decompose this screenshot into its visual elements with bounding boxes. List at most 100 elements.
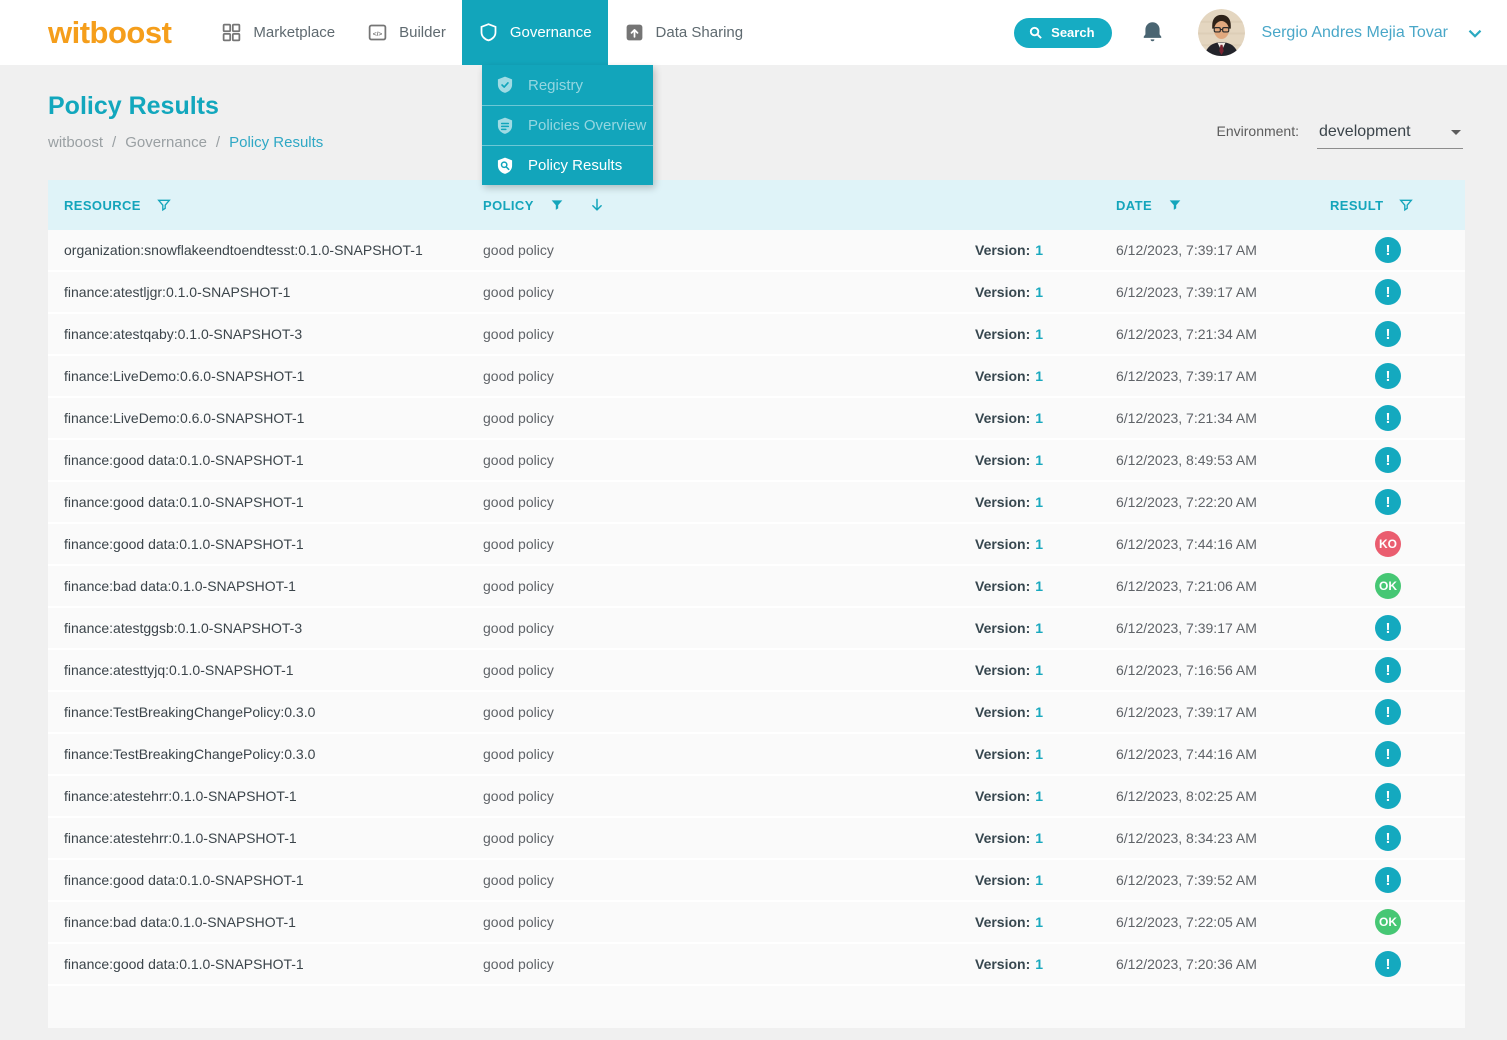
- table-row[interactable]: finance:LiveDemo:0.6.0-SNAPSHOT-1good po…: [48, 356, 1465, 398]
- shield-check-icon: [495, 75, 515, 95]
- result-badge[interactable]: !: [1375, 699, 1401, 725]
- table-row[interactable]: finance:atestqaby:0.1.0-SNAPSHOT-3good p…: [48, 314, 1465, 356]
- filter-icon[interactable]: [1167, 197, 1183, 213]
- result-badge[interactable]: !: [1375, 405, 1401, 431]
- result-cell: !: [1314, 741, 1465, 767]
- result-badge[interactable]: !: [1375, 951, 1401, 977]
- table-row[interactable]: finance:good data:0.1.0-SNAPSHOT-1good p…: [48, 944, 1465, 986]
- result-badge[interactable]: !: [1375, 363, 1401, 389]
- table-row[interactable]: finance:atestehrr:0.1.0-SNAPSHOT-1good p…: [48, 776, 1465, 818]
- search-button[interactable]: Search: [1014, 18, 1111, 48]
- column-header-result[interactable]: RESULT: [1314, 197, 1465, 213]
- date-cell: 6/12/2023, 7:44:16 AM: [1100, 536, 1314, 552]
- breadcrumb-governance[interactable]: Governance: [125, 134, 207, 151]
- table-row[interactable]: finance:good data:0.1.0-SNAPSHOT-1good p…: [48, 440, 1465, 482]
- resource-cell: finance:good data:0.1.0-SNAPSHOT-1: [48, 494, 467, 510]
- table-row[interactable]: finance:atestehrr:0.1.0-SNAPSHOT-1good p…: [48, 818, 1465, 860]
- date-cell: 6/12/2023, 7:39:17 AM: [1100, 368, 1314, 384]
- table-row[interactable]: finance:bad data:0.1.0-SNAPSHOT-1good po…: [48, 902, 1465, 944]
- result-badge[interactable]: !: [1375, 237, 1401, 263]
- result-cell: OK: [1314, 909, 1465, 935]
- result-cell: KO: [1314, 531, 1465, 557]
- result-badge[interactable]: !: [1375, 657, 1401, 683]
- table-row[interactable]: finance:TestBreakingChangePolicy:0.3.0go…: [48, 734, 1465, 776]
- filter-icon[interactable]: [549, 197, 565, 213]
- version-cell: Version:1: [959, 620, 1100, 636]
- table-row[interactable]: finance:atesttyjq:0.1.0-SNAPSHOT-1good p…: [48, 650, 1465, 692]
- witboost-logo[interactable]: witboost: [48, 15, 171, 51]
- result-cell: !: [1314, 447, 1465, 473]
- result-badge[interactable]: !: [1375, 783, 1401, 809]
- column-header-date[interactable]: DATE: [1100, 197, 1314, 213]
- policy-cell: good policy: [467, 872, 959, 888]
- result-badge[interactable]: !: [1375, 867, 1401, 893]
- date-cell: 6/12/2023, 7:20:36 AM: [1100, 956, 1314, 972]
- policy-cell: good policy: [467, 662, 959, 678]
- column-label: POLICY: [483, 198, 534, 213]
- version-label: Version:: [975, 410, 1030, 426]
- filter-icon[interactable]: [1398, 197, 1414, 213]
- result-badge[interactable]: !: [1375, 489, 1401, 515]
- chevron-down-icon[interactable]: [1464, 22, 1486, 44]
- notifications-bell-icon[interactable]: [1140, 20, 1165, 45]
- breadcrumb-witboost[interactable]: witboost: [48, 134, 103, 151]
- policy-cell: good policy: [467, 578, 959, 594]
- nav-item-builder[interactable]: </> Builder: [351, 0, 462, 65]
- version-value: 1: [1035, 368, 1043, 384]
- result-cell: !: [1314, 237, 1465, 263]
- date-cell: 6/12/2023, 7:21:34 AM: [1100, 326, 1314, 342]
- table-header: RESOURCE POLICY DATE RESULT: [48, 180, 1465, 230]
- column-header-policy[interactable]: POLICY: [467, 196, 959, 214]
- table-row[interactable]: finance:good data:0.1.0-SNAPSHOT-1good p…: [48, 860, 1465, 902]
- nav-item-data-sharing[interactable]: Data Sharing: [608, 0, 760, 65]
- result-badge[interactable]: KO: [1375, 531, 1401, 557]
- result-cell: !: [1314, 951, 1465, 977]
- table-row[interactable]: finance:good data:0.1.0-SNAPSHOT-1good p…: [48, 524, 1465, 566]
- table-row[interactable]: finance:atestggsb:0.1.0-SNAPSHOT-3good p…: [48, 608, 1465, 650]
- result-badge[interactable]: !: [1375, 615, 1401, 641]
- sort-descending-icon[interactable]: [588, 196, 606, 214]
- filter-icon[interactable]: [156, 197, 172, 213]
- nav-label: Data Sharing: [656, 24, 744, 41]
- result-badge[interactable]: !: [1375, 279, 1401, 305]
- version-value: 1: [1035, 956, 1043, 972]
- result-badge[interactable]: OK: [1375, 909, 1401, 935]
- grid-icon: [221, 22, 242, 43]
- result-cell: !: [1314, 699, 1465, 725]
- nav-item-governance[interactable]: Governance: [462, 0, 608, 65]
- user-name[interactable]: Sergio Andres Mejia Tovar: [1262, 24, 1448, 42]
- table-row[interactable]: finance:bad data:0.1.0-SNAPSHOT-1good po…: [48, 566, 1465, 608]
- nav-item-marketplace[interactable]: Marketplace: [205, 0, 351, 65]
- result-badge[interactable]: !: [1375, 447, 1401, 473]
- resource-cell: finance:atestljgr:0.1.0-SNAPSHOT-1: [48, 284, 467, 300]
- table-row[interactable]: finance:good data:0.1.0-SNAPSHOT-1good p…: [48, 482, 1465, 524]
- result-badge[interactable]: OK: [1375, 573, 1401, 599]
- menu-item-label: Registry: [528, 77, 583, 94]
- environment-select[interactable]: development: [1317, 123, 1463, 149]
- table-row[interactable]: finance:atestljgr:0.1.0-SNAPSHOT-1good p…: [48, 272, 1465, 314]
- column-header-resource[interactable]: RESOURCE: [48, 197, 467, 213]
- avatar[interactable]: [1198, 9, 1245, 56]
- menu-item-label: Policies Overview: [528, 117, 646, 134]
- table-row[interactable]: finance:TestBreakingChangePolicy:0.3.0go…: [48, 692, 1465, 734]
- version-label: Version:: [975, 242, 1030, 258]
- version-cell: Version:1: [959, 536, 1100, 552]
- shield-list-icon: [495, 116, 515, 136]
- date-cell: 6/12/2023, 7:21:34 AM: [1100, 410, 1314, 426]
- breadcrumb-separator: /: [112, 134, 116, 151]
- environment-label: Environment:: [1217, 123, 1299, 139]
- result-badge[interactable]: !: [1375, 321, 1401, 347]
- breadcrumb: witboost/Governance/Policy Results: [48, 134, 323, 151]
- table-row[interactable]: finance:LiveDemo:0.6.0-SNAPSHOT-1good po…: [48, 398, 1465, 440]
- menu-item-registry[interactable]: Registry: [482, 65, 653, 105]
- menu-item-policies-overview[interactable]: Policies Overview: [482, 105, 653, 145]
- table-row[interactable]: organization:snowflakeendtoendtesst:0.1.…: [48, 230, 1465, 272]
- governance-dropdown-menu: Registry Policies Overview Policy Result…: [482, 65, 653, 185]
- resource-cell: finance:atestqaby:0.1.0-SNAPSHOT-3: [48, 326, 467, 342]
- policy-cell: good policy: [467, 536, 959, 552]
- result-badge[interactable]: !: [1375, 825, 1401, 851]
- table-body: organization:snowflakeendtoendtesst:0.1.…: [48, 230, 1465, 1028]
- version-cell: Version:1: [959, 914, 1100, 930]
- menu-item-policy-results[interactable]: Policy Results: [482, 145, 653, 185]
- result-badge[interactable]: !: [1375, 741, 1401, 767]
